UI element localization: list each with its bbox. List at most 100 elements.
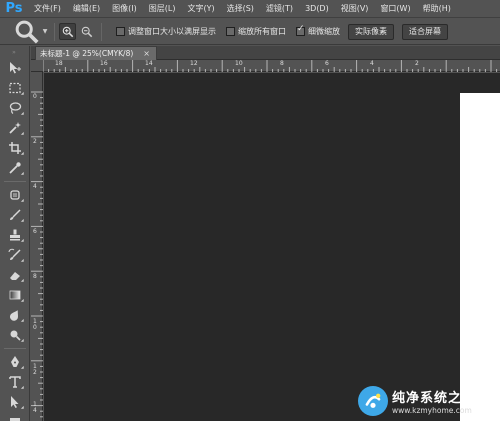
- zoom-out-button[interactable]: [78, 23, 95, 40]
- watermark-text: 纯净系统之家 www.kzmyhome.com: [392, 387, 476, 415]
- type-icon: [9, 376, 21, 388]
- resize-windows-label: 调整窗口大小以满屏显示: [128, 27, 216, 36]
- ruler-label: 6: [33, 228, 37, 235]
- clone-stamp-tool[interactable]: [0, 225, 30, 245]
- menu-select[interactable]: 选择(S): [221, 0, 260, 18]
- crop-tool[interactable]: [0, 138, 30, 158]
- ruler-label: 16: [100, 60, 108, 67]
- ruler-label: 12: [190, 60, 198, 67]
- panel-grip[interactable]: »: [0, 46, 29, 58]
- pen-tool[interactable]: [0, 352, 30, 372]
- document-tab-title: 未标题-1 @ 25%(CMYK/8): [40, 49, 134, 58]
- gradient-tool[interactable]: [0, 285, 30, 305]
- ruler-horizontal[interactable]: 18 16 14 12 10 8 6 4 2: [31, 60, 500, 72]
- close-icon[interactable]: ×: [143, 49, 150, 58]
- ruler-label: 2: [415, 60, 419, 67]
- menu-edit[interactable]: 编辑(E): [67, 0, 106, 18]
- menu-help[interactable]: 帮助(H): [417, 0, 457, 18]
- watermark: 纯净系统之家 www.kzmyhome.com: [358, 380, 500, 421]
- canvas-area[interactable]: [44, 73, 500, 421]
- app-logo: Ps: [5, 1, 23, 16]
- options-bar: ▼ 调整窗口大小以满屏显示 缩放所有窗口 ✓ 细微缩放 实际像素 适合屏幕: [0, 19, 500, 45]
- menu-view[interactable]: 视图(V): [335, 0, 375, 18]
- ruler-label: 1 2: [33, 363, 37, 376]
- marquee-icon: [9, 82, 21, 94]
- chevron-down-icon[interactable]: ▼: [40, 22, 50, 42]
- ruler-label: 10: [235, 60, 243, 67]
- document-tab[interactable]: 未标题-1 @ 25%(CMYK/8) ×: [35, 46, 157, 60]
- watermark-url: www.kzmyhome.com: [392, 405, 472, 415]
- menu-window[interactable]: 窗口(W): [374, 0, 416, 18]
- marquee-tool[interactable]: [0, 78, 30, 98]
- eraser-tool[interactable]: [0, 265, 30, 285]
- fit-screen-button[interactable]: 适合屏幕: [402, 23, 448, 40]
- resize-windows-checkbox[interactable]: 调整窗口大小以满屏显示: [116, 26, 216, 37]
- ruler-label: 1 4: [33, 401, 37, 414]
- dodge-icon: [10, 330, 21, 341]
- zoom-icon: [15, 20, 39, 44]
- ruler-label: 8: [280, 60, 284, 67]
- document-page[interactable]: [460, 93, 500, 421]
- scrubby-zoom-label: 细微缩放: [308, 27, 340, 36]
- blur-icon: [10, 310, 18, 321]
- lasso-icon: [9, 102, 22, 114]
- crop-icon: [9, 142, 21, 154]
- ruler-ticks: [43, 60, 498, 72]
- eraser-icon: [10, 272, 20, 280]
- healing-brush-tool[interactable]: [0, 185, 30, 205]
- watermark-logo-icon: [358, 385, 388, 416]
- zoom-out-icon: [81, 26, 92, 37]
- ruler-label: 8: [33, 273, 37, 280]
- menu-layer[interactable]: 图层(L): [143, 0, 182, 18]
- brush-icon: [10, 209, 21, 220]
- path-select-tool[interactable]: [0, 392, 30, 412]
- divider: [54, 22, 55, 41]
- dodge-tool[interactable]: [0, 325, 30, 345]
- ruler-label: 4: [33, 183, 37, 190]
- menu-type[interactable]: 文字(Y): [181, 0, 220, 18]
- menu-3d[interactable]: 3D(D): [299, 0, 335, 18]
- clone-stamp-icon: [10, 229, 20, 241]
- document-tab-bar: 未标题-1 @ 25%(CMYK/8) ×: [31, 46, 500, 60]
- divider: [4, 181, 26, 182]
- menu-image[interactable]: 图像(I): [106, 0, 143, 18]
- photoshop-window: Ps 文件(F) 编辑(E) 图像(I) 图层(L) 文字(Y) 选择(S) 滤…: [0, 0, 500, 421]
- watermark-title: 纯净系统之家: [392, 390, 477, 406]
- ruler-label: 18: [55, 60, 63, 67]
- zoom-in-button[interactable]: [59, 23, 76, 40]
- menu-file[interactable]: 文件(F): [28, 0, 67, 18]
- scrubby-zoom-checkbox[interactable]: 细微缩放: [296, 24, 340, 37]
- type-tool[interactable]: [0, 372, 30, 392]
- blur-tool[interactable]: [0, 305, 30, 325]
- quick-select-tool[interactable]: [0, 118, 30, 138]
- history-brush-tool[interactable]: [0, 245, 30, 265]
- zoom-all-windows-checkbox[interactable]: 缩放所有窗口: [226, 26, 286, 37]
- eyedropper-tool[interactable]: [0, 158, 30, 178]
- ruler-label: 0: [33, 93, 37, 100]
- move-tool[interactable]: [0, 58, 30, 78]
- divider: [101, 22, 102, 41]
- ruler-label: 14: [145, 60, 153, 67]
- shape-tool[interactable]: [0, 412, 30, 421]
- checkbox-box[interactable]: [116, 27, 125, 36]
- path-select-icon: [11, 396, 19, 408]
- brush-tool[interactable]: [0, 205, 30, 225]
- ruler-label: 4: [370, 60, 374, 67]
- zoom-in-icon: [62, 26, 73, 37]
- move-icon: [10, 62, 21, 74]
- healing-brush-icon: [10, 190, 20, 200]
- history-brush-icon: [8, 248, 21, 260]
- zoom-all-windows-label: 缩放所有窗口: [238, 27, 286, 36]
- shape-icon: [10, 418, 20, 421]
- tool-preset-picker[interactable]: [14, 20, 40, 44]
- checkbox-box[interactable]: [226, 27, 235, 36]
- gradient-icon: [9, 290, 21, 300]
- actual-pixels-button[interactable]: 实际像素: [348, 23, 394, 40]
- ruler-vertical[interactable]: 0 2 4 6 8 1 0 1 2 1 4: [31, 72, 43, 421]
- menu-filter[interactable]: 滤镜(T): [260, 0, 299, 18]
- checkbox-box-checked[interactable]: [296, 24, 305, 36]
- ruler-label: 1 0: [33, 318, 37, 331]
- lasso-tool[interactable]: [0, 98, 30, 118]
- eyedropper-icon: [9, 162, 21, 174]
- pen-icon: [11, 356, 19, 367]
